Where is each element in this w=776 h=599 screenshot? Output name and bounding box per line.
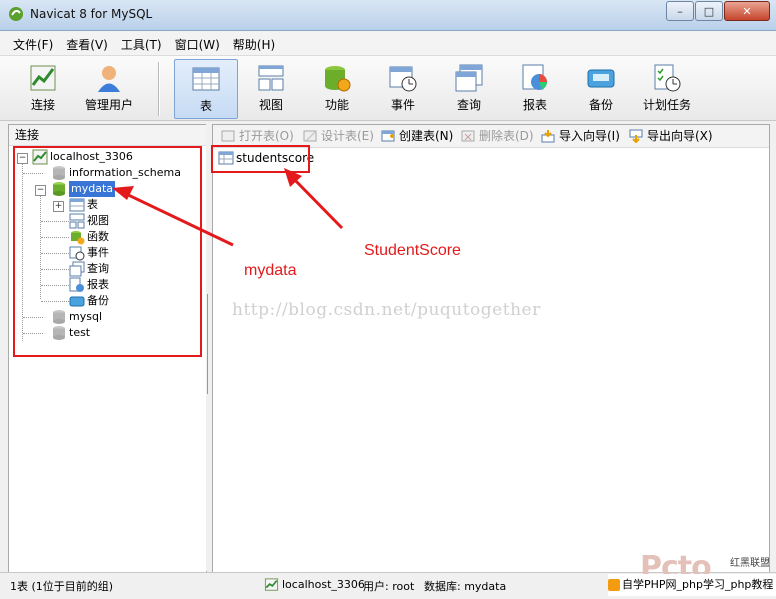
connection-icon — [30, 65, 56, 91]
site-logo-text: 红黑联盟 — [730, 558, 770, 569]
toolbar-label: 报表 — [522, 98, 547, 112]
menu-bar: 文件(F) 查看(V) 工具(T) 窗口(W) 帮助(H) — [0, 31, 776, 56]
close-button[interactable]: ✕ — [724, 1, 770, 21]
toolbar-schedule-button[interactable]: 计划任务 — [636, 59, 698, 117]
main-toolbar: 连接 管理用户 表 视图 功能 事件 查询 报表 备份 计划任务 — [0, 56, 776, 121]
menu-help[interactable]: 帮助(H) — [233, 36, 275, 53]
toolbar-separator — [158, 62, 160, 116]
toolbar-function-button[interactable]: 功能 — [306, 59, 368, 117]
connections-pane-header: 连接 — [9, 125, 206, 146]
menu-tools[interactable]: 工具(T) — [121, 36, 162, 53]
event-icon — [389, 66, 417, 92]
import-wizard-button[interactable]: 导入向导(I) — [541, 128, 620, 144]
object-pane: 打开表(O) 设计表(E) 创建表(N) 删除表(D) 导入向导(I) 导出向导… — [212, 124, 770, 573]
annotation-box-tree — [13, 146, 202, 357]
annotation-label-mydata: mydata — [244, 262, 297, 279]
delete-table-button[interactable]: 删除表(D) — [461, 128, 534, 144]
maximize-button[interactable]: □ — [695, 1, 723, 21]
create-table-icon — [381, 130, 395, 142]
status-user: 用户: root — [363, 580, 415, 593]
menu-file[interactable]: 文件(F) — [13, 36, 53, 53]
toolbar-label: 表 — [199, 99, 212, 113]
toolbar-view-button[interactable]: 视图 — [240, 59, 302, 117]
toolbar-label: 备份 — [588, 98, 613, 112]
toolbar-label: 视图 — [258, 98, 283, 112]
toolbar-label: 管理用户 — [84, 98, 133, 112]
user-icon — [98, 66, 120, 92]
toolbar-manage-users-button[interactable]: 管理用户 — [78, 59, 140, 117]
status-object-count: 1表 (1位于目前的组) — [10, 580, 114, 593]
php-icon — [608, 579, 620, 591]
toolbar-label: 功能 — [324, 98, 349, 112]
menu-window[interactable]: 窗口(W) — [175, 36, 220, 53]
import-icon — [541, 130, 555, 143]
connection-icon — [264, 578, 279, 591]
report-icon — [522, 64, 547, 90]
query-icon — [455, 64, 483, 92]
design-table-icon — [303, 130, 317, 142]
menu-view[interactable]: 查看(V) — [66, 36, 108, 53]
watermark-text: http://blog.csdn.net/puqutogether — [232, 300, 541, 320]
toolbar-query-button[interactable]: 查询 — [438, 59, 500, 117]
minimize-button[interactable]: – — [666, 1, 694, 21]
toolbar-connection-button[interactable]: 连接 — [12, 59, 74, 117]
backup-icon — [587, 69, 615, 88]
annotation-box-studentscore — [211, 145, 310, 173]
delete-table-icon — [461, 130, 475, 142]
schedule-icon — [654, 64, 681, 92]
toolbar-label: 计划任务 — [642, 98, 691, 112]
toolbar-backup-button[interactable]: 备份 — [570, 59, 632, 117]
toolbar-label: 事件 — [390, 98, 415, 112]
design-table-button[interactable]: 设计表(E) — [303, 128, 374, 144]
toolbar-table-button[interactable]: 表 — [174, 59, 238, 119]
status-database: 数据库: mydata — [424, 580, 507, 593]
export-wizard-button[interactable]: 导出向导(X) — [629, 128, 713, 144]
title-bar: Navicat 8 for MySQL – □ ✕ — [0, 0, 776, 31]
view-icon — [258, 65, 284, 91]
window-title: Navicat 8 for MySQL — [30, 7, 153, 21]
annotation-label-studentscore: StudentScore — [364, 242, 461, 259]
create-table-button[interactable]: 创建表(N) — [381, 128, 453, 144]
status-connection: localhost_3306 — [264, 576, 365, 594]
navicat-app-icon — [9, 7, 23, 21]
toolbar-report-button[interactable]: 报表 — [504, 59, 566, 117]
function-icon — [325, 66, 351, 92]
export-icon — [629, 129, 643, 143]
open-table-icon — [221, 130, 235, 142]
table-icon — [192, 67, 220, 91]
open-table-button[interactable]: 打开表(O) — [221, 128, 294, 144]
site-banner: 自学PHP网_php学习_php教程 — [608, 574, 776, 596]
toolbar-label: 查询 — [456, 98, 481, 112]
toolbar-label: 连接 — [30, 98, 55, 112]
window-controls: – □ ✕ — [665, 1, 770, 21]
toolbar-event-button[interactable]: 事件 — [372, 59, 434, 117]
object-list: studentscore — [213, 148, 769, 571]
